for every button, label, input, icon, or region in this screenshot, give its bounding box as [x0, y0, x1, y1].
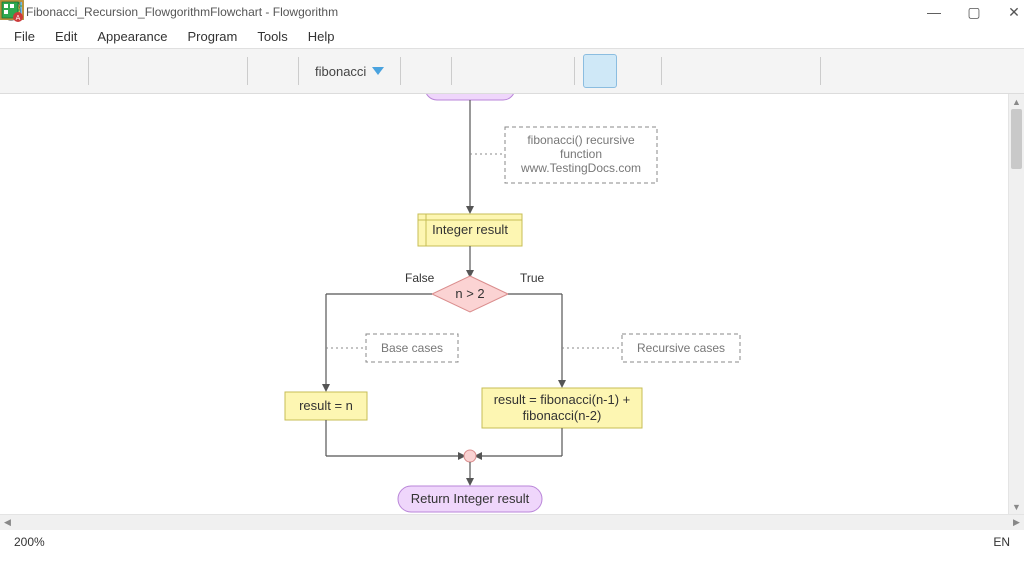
export-icon[interactable]: A [829, 54, 863, 88]
function-selector[interactable]: fibonacci [307, 64, 392, 79]
maximize-icon[interactable]: ▢ [966, 0, 982, 24]
horizontal-scrollbar[interactable]: ◀ ▶ [0, 514, 1024, 530]
window-split-icon[interactable] [619, 54, 653, 88]
function-name: fibonacci [315, 64, 366, 79]
menu-tools[interactable]: Tools [257, 29, 287, 44]
window-title: Fibonacci_Recursion_FlowgorithmFlowchart… [26, 5, 338, 19]
statusbar: 200% EN [0, 530, 1024, 554]
scroll-down-icon[interactable]: ▼ [1009, 499, 1024, 514]
zoom-in-icon[interactable] [460, 54, 494, 88]
vertical-scrollbar[interactable]: ▲ ▼ [1008, 94, 1024, 514]
color-scheme-icon[interactable] [532, 54, 566, 88]
variables-icon[interactable]: x= [670, 54, 704, 88]
dropdown-icon [372, 67, 384, 75]
window-titlebar: Fibonacci_Recursion_FlowgorithmFlowchart… [0, 0, 1024, 24]
save-icon[interactable] [46, 54, 80, 88]
minimize-icon[interactable]: — [926, 0, 942, 24]
svg-text:result = n: result = n [299, 398, 353, 413]
scroll-up-icon[interactable]: ▲ [1009, 94, 1024, 109]
code-icon[interactable] [778, 54, 812, 88]
junction [464, 450, 476, 462]
svg-text:result = fibonacci(n-1) +: result = fibonacci(n-1) + [494, 392, 631, 407]
start-shape[interactable] [425, 94, 515, 100]
svg-text:Return Integer result: Return Integer result [411, 491, 530, 506]
menu-help[interactable]: Help [308, 29, 335, 44]
zoom-level[interactable]: 200% [14, 535, 45, 549]
language-indicator[interactable]: EN [993, 535, 1010, 549]
close-icon[interactable]: ✕ [1006, 0, 1022, 24]
step-icon[interactable] [133, 54, 167, 88]
menu-edit[interactable]: Edit [55, 29, 77, 44]
scroll-right-icon[interactable]: ▶ [1009, 515, 1024, 530]
stop-icon[interactable] [205, 54, 239, 88]
menu-file[interactable]: File [14, 29, 35, 44]
menu-appearance[interactable]: Appearance [97, 29, 167, 44]
svg-text:Base cases: Base cases [381, 341, 443, 355]
source-icon[interactable] [742, 54, 776, 88]
open-icon[interactable] [10, 54, 44, 88]
svg-text:fibonacci(n-2): fibonacci(n-2) [523, 408, 602, 423]
zoom-out-icon[interactable] [496, 54, 530, 88]
svg-text:False: False [405, 271, 435, 285]
svg-text:function: function [560, 147, 602, 161]
menu-program[interactable]: Program [187, 29, 237, 44]
run-icon[interactable] [97, 54, 131, 88]
layout-icon[interactable] [583, 54, 617, 88]
svg-text:A: A [16, 15, 21, 22]
pause-icon[interactable] [169, 54, 203, 88]
svg-text:Recursive cases: Recursive cases [637, 341, 725, 355]
svg-text:Integer result: Integer result [432, 222, 508, 237]
svg-text:www.TestingDocs.com: www.TestingDocs.com [520, 161, 641, 175]
menubar: File Edit Appearance Program Tools Help [0, 24, 1024, 48]
comment-text: fibonacci() recursive [527, 133, 635, 147]
scroll-thumb[interactable] [1011, 109, 1022, 169]
toolbar: fibonacci x= A [0, 48, 1024, 94]
scroll-left-icon[interactable]: ◀ [0, 515, 15, 530]
svg-text:n > 2: n > 2 [455, 286, 484, 301]
speed-icon[interactable] [256, 54, 290, 88]
svg-text:True: True [520, 271, 545, 285]
console-icon[interactable] [706, 54, 740, 88]
flowchart-canvas[interactable]: fibonacci() recursive function www.Testi… [0, 94, 1024, 514]
style-icon[interactable] [409, 54, 443, 88]
